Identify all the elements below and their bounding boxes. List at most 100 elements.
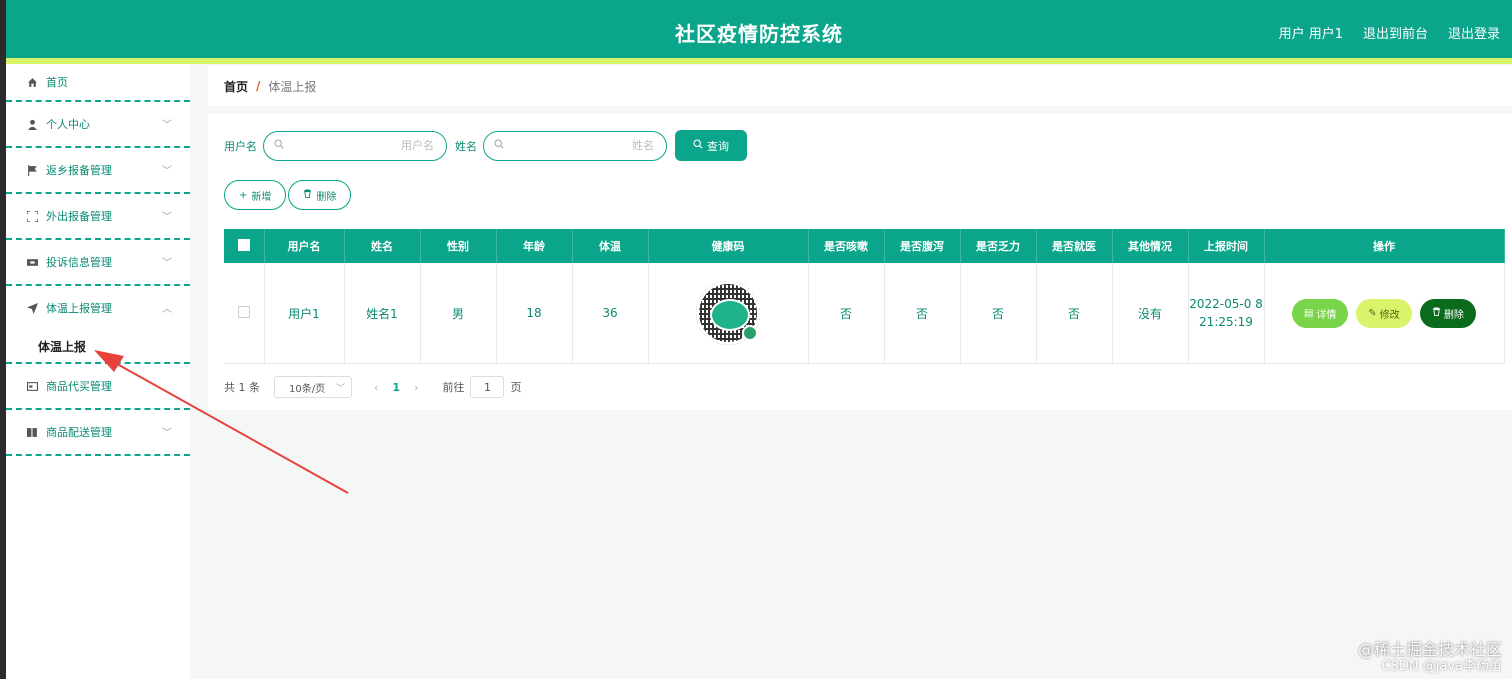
flag-icon	[26, 164, 38, 176]
name-label: 姓名	[455, 139, 477, 153]
current-user[interactable]: 用户 用户1	[1279, 23, 1343, 42]
sidebar-item-label: 商品代买管理	[46, 380, 112, 393]
chevron-down-icon: ﹀	[162, 258, 172, 269]
chevron-down-icon: ﹀	[162, 166, 172, 177]
action-bar: + 新增 删除	[224, 180, 352, 210]
cell-username: 用户1	[264, 263, 345, 364]
breadcrumb-current: 体温上报	[268, 79, 317, 94]
breadcrumb: 首页 / 体温上报	[208, 66, 1512, 106]
column-header: 姓名	[344, 229, 421, 263]
cell-fatigue: 否	[960, 263, 1037, 364]
edit-button-label: 修改	[1379, 309, 1400, 321]
chevron-down-icon: ﹀	[162, 212, 172, 223]
sidebar-item-label: 首页	[46, 76, 68, 89]
sidebar-item-label: 商品配送管理	[46, 426, 112, 439]
cell-diarrhea: 否	[884, 263, 961, 364]
row-select-cell[interactable]	[224, 263, 265, 364]
row-delete-button[interactable]: 删除	[1419, 298, 1476, 328]
sidebar-item-outing-report[interactable]: 外出报备管理 ﹀	[6, 194, 190, 240]
search-icon	[494, 139, 504, 152]
pagination: 共 1 条 10条/页 ﹀ ‹ 1 › 前往 1 页	[224, 376, 521, 398]
query-button[interactable]: 查询	[675, 130, 747, 161]
edit-button[interactable]: ✎ 修改	[1356, 298, 1412, 328]
prev-page-button[interactable]: ‹	[374, 381, 378, 394]
book-icon	[26, 426, 38, 438]
total-count: 共 1 条	[224, 381, 260, 394]
cell-medical: 否	[1036, 263, 1113, 364]
chevron-down-icon: ﹀	[162, 120, 172, 131]
column-header: 性别	[420, 229, 497, 263]
sidebar-item-home[interactable]: 首页	[6, 64, 190, 102]
breadcrumb-home[interactable]: 首页	[224, 78, 248, 95]
goto-label: 前往	[442, 381, 465, 394]
next-page-button[interactable]: ›	[414, 381, 418, 394]
sidebar-item-purchase[interactable]: 商品代买管理	[6, 364, 190, 410]
select-all-cell[interactable]	[224, 229, 265, 263]
cell-report-time: 2022-05-0 8 21:25:19	[1188, 263, 1265, 364]
chevron-down-icon: ﹀	[335, 383, 345, 394]
chevron-down-icon: ﹀	[162, 428, 172, 439]
expand-icon	[26, 210, 38, 222]
name-input[interactable]	[504, 138, 656, 153]
card-icon	[26, 380, 38, 392]
watermark-line-2: CSDN @java李杨勇	[1381, 659, 1502, 674]
sidebar-item-complaint[interactable]: 投诉信息管理 ﹀	[6, 240, 190, 286]
goto-page-input[interactable]: 1	[470, 376, 505, 398]
page-number-current[interactable]: 1	[392, 381, 400, 394]
sidebar-item-label: 体温上报管理	[46, 302, 112, 315]
header-actions: 用户 用户1 退出到前台 退出登录	[1279, 23, 1500, 42]
cell-cough: 否	[808, 263, 885, 364]
column-header: 年龄	[496, 229, 573, 263]
sidebar-item-personal-center[interactable]: 个人中心 ﹀	[6, 102, 190, 148]
chevron-up-icon: ︿	[162, 304, 172, 315]
search-bar: 用户名 姓名 查询	[224, 130, 747, 161]
column-header: 健康码	[648, 229, 809, 263]
cell-other: 没有	[1112, 263, 1189, 364]
home-icon	[26, 76, 38, 88]
name-search-field[interactable]	[483, 130, 667, 161]
row-checkbox[interactable]	[237, 305, 250, 318]
detail-button[interactable]: ▤ 详情	[1292, 298, 1349, 328]
user-icon	[26, 118, 38, 130]
document-icon: ▤	[1303, 307, 1314, 319]
qr-logo-icon	[742, 325, 758, 341]
page-size-select[interactable]: 10条/页 ﹀	[274, 376, 352, 398]
username-input[interactable]	[284, 138, 436, 153]
batch-delete-button[interactable]: 删除	[288, 180, 352, 210]
sidebar: 首页 个人中心 ﹀ 返乡报备管理 ﹀ 外出报备管理 ﹀ 投诉信息管理 ﹀ 体温上…	[6, 64, 190, 679]
exit-to-front-link[interactable]: 退出到前台	[1363, 23, 1428, 42]
health-code-qr-image[interactable]	[696, 281, 760, 345]
main-panel: 用户名 姓名 查询 + 新增	[208, 114, 1512, 410]
ticket-icon	[26, 256, 38, 268]
column-header: 其他情况	[1112, 229, 1189, 263]
table-row: 用户1 姓名1 男 18 36 否 否 否 否 没有 2022-05-0 8 2…	[224, 263, 1505, 364]
search-icon	[693, 139, 703, 152]
cell-health-code	[648, 263, 809, 364]
search-icon	[274, 139, 284, 152]
cell-temperature: 36	[572, 263, 649, 364]
submenu-item-temperature-report[interactable]: 体温上报	[6, 330, 190, 362]
column-header: 是否腹泻	[884, 229, 961, 263]
top-header: 社区疫情防控系统 用户 用户1 退出到前台 退出登录	[6, 0, 1512, 58]
detail-button-label: 详情	[1316, 309, 1337, 321]
add-button-label: 新增	[251, 191, 272, 203]
logout-link[interactable]: 退出登录	[1448, 23, 1500, 42]
sidebar-item-label: 外出报备管理	[46, 210, 112, 223]
plus-icon: +	[239, 189, 248, 201]
username-search-field[interactable]	[263, 130, 447, 161]
column-header: 是否咳嗽	[808, 229, 885, 263]
add-button[interactable]: + 新增	[224, 180, 287, 210]
sidebar-item-return-report[interactable]: 返乡报备管理 ﹀	[6, 148, 190, 194]
page-size-value: 10条/页	[289, 383, 326, 395]
sidebar-item-delivery[interactable]: 商品配送管理 ﹀	[6, 410, 190, 456]
sidebar-item-label: 投诉信息管理	[46, 256, 112, 269]
submenu-temperature: 体温上报	[6, 330, 190, 364]
breadcrumb-separator: /	[256, 79, 261, 93]
trash-icon	[1432, 307, 1441, 319]
pencil-icon: ✎	[1368, 307, 1377, 319]
sidebar-item-temperature[interactable]: 体温上报管理 ︿	[6, 286, 190, 330]
cell-operations: ▤ 详情 ✎ 修改 删除	[1264, 263, 1505, 364]
column-header: 是否就医	[1036, 229, 1113, 263]
select-all-checkbox[interactable]	[237, 238, 250, 251]
username-label: 用户名	[224, 139, 257, 153]
